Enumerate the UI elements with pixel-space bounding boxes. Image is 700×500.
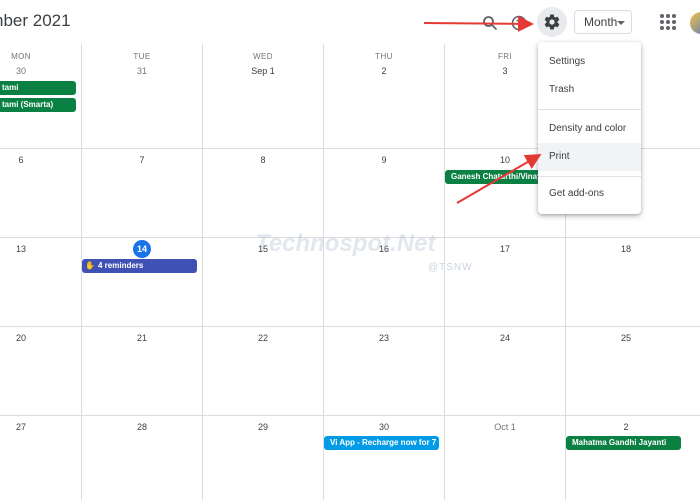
gear-icon xyxy=(544,14,560,30)
day-number[interactable]: 7 xyxy=(102,155,182,165)
day-number[interactable]: 22 xyxy=(223,333,303,343)
day-number[interactable]: 13 xyxy=(0,244,61,254)
day-number[interactable]: 27 xyxy=(0,422,61,432)
weekday-label: FRI xyxy=(497,52,513,61)
event-chip-label: 4 reminders xyxy=(98,261,144,270)
weekday-label: WED xyxy=(253,52,273,61)
event-chip[interactable]: Ganesh Chaturthi/Vinay xyxy=(445,170,545,184)
day-number[interactable]: 30 xyxy=(344,422,424,432)
grid-divider xyxy=(202,44,203,500)
view-switcher-button[interactable]: Month xyxy=(574,10,632,34)
search-icon[interactable] xyxy=(479,12,501,34)
watermark-sub: @TSNW xyxy=(428,262,473,273)
menu-divider xyxy=(538,176,641,177)
day-number[interactable]: 20 xyxy=(0,333,61,343)
page-title: nber 2021 xyxy=(0,11,71,30)
grid-divider xyxy=(0,415,700,416)
apps-grid-icon[interactable] xyxy=(660,14,676,30)
day-number[interactable]: 6 xyxy=(0,155,61,165)
day-number[interactable]: 29 xyxy=(223,422,303,432)
header-bar: nber 2021 Month xyxy=(0,0,700,45)
grid-divider xyxy=(323,44,324,500)
dropdown-caret-icon xyxy=(617,21,625,25)
day-number[interactable]: Oct 1 xyxy=(465,422,545,432)
menu-item-settings[interactable]: Settings xyxy=(538,48,641,76)
day-number[interactable]: 10 xyxy=(465,155,545,165)
day-number[interactable]: Sep 1 xyxy=(223,66,303,76)
weekday-label: THU xyxy=(375,52,393,61)
menu-item-trash[interactable]: Trash xyxy=(538,76,641,104)
weekday-label: MON xyxy=(11,52,31,61)
grid-divider xyxy=(0,326,700,327)
day-number[interactable]: 8 xyxy=(223,155,303,165)
day-number[interactable]: 2 xyxy=(344,66,424,76)
avatar[interactable] xyxy=(690,12,700,34)
settings-gear-button[interactable] xyxy=(537,7,567,37)
event-chip[interactable]: Vi App - Recharge now for 7 xyxy=(324,436,439,450)
settings-menu: Settings Trash Density and color Print G… xyxy=(538,42,641,214)
event-chip-reminders[interactable]: ✋ 4 reminders xyxy=(82,259,197,273)
view-switcher-label: Month xyxy=(584,15,618,29)
help-icon[interactable] xyxy=(508,12,530,34)
day-number[interactable]: 23 xyxy=(344,333,424,343)
menu-divider xyxy=(538,109,641,110)
day-number[interactable]: 3 xyxy=(465,66,545,76)
day-number[interactable]: 28 xyxy=(102,422,182,432)
event-chip[interactable]: tami (Smarta) xyxy=(0,98,76,112)
menu-item-print[interactable]: Print xyxy=(538,143,641,171)
watermark: Technospot.Net xyxy=(255,230,436,257)
day-number[interactable]: 21 xyxy=(102,333,182,343)
day-number[interactable]: 25 xyxy=(586,333,666,343)
today-day-number[interactable]: 14 xyxy=(133,240,151,258)
menu-item-get-add-ons[interactable]: Get add-ons xyxy=(538,180,641,208)
day-number[interactable]: 2 xyxy=(586,422,666,432)
day-number[interactable]: 17 xyxy=(465,244,545,254)
weekday-label: TUE xyxy=(133,52,151,61)
day-number[interactable]: 9 xyxy=(344,155,424,165)
day-number[interactable]: 31 xyxy=(102,66,182,76)
event-chip[interactable]: Mahatma Gandhi Jayanti xyxy=(566,436,681,450)
day-number[interactable]: 30 xyxy=(0,66,61,76)
day-number[interactable]: 24 xyxy=(465,333,545,343)
event-chip[interactable]: tami xyxy=(0,81,76,95)
day-number[interactable]: 18 xyxy=(586,244,666,254)
menu-item-density-and-color[interactable]: Density and color xyxy=(538,115,641,143)
reminder-hand-icon: ✋ xyxy=(85,261,95,270)
